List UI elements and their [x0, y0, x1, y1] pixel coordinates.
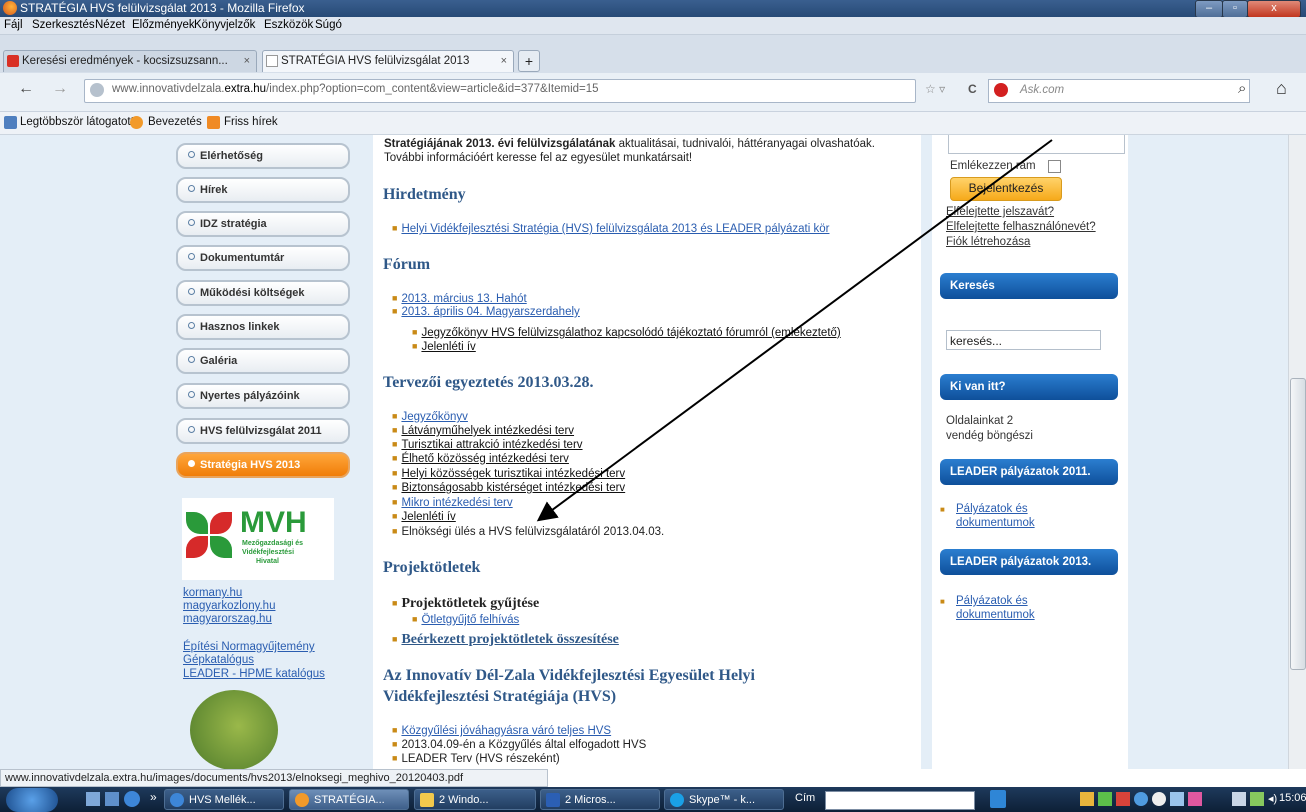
- start-button[interactable]: [6, 788, 58, 812]
- tray-icon[interactable]: [1152, 792, 1166, 806]
- tray-icon[interactable]: [1116, 792, 1130, 806]
- tray-icon[interactable]: [1080, 792, 1094, 806]
- battery-icon[interactable]: [1250, 792, 1264, 806]
- taskbar-item-hvs[interactable]: HVS Mellék...: [164, 789, 284, 810]
- address-label: Cím: [795, 792, 816, 804]
- ie-icon[interactable]: [124, 791, 140, 807]
- annotation-arrow: [536, 139, 1053, 522]
- ie-icon: [170, 793, 184, 807]
- taskbar-item-skype[interactable]: Skype™ - k...: [664, 789, 784, 810]
- go-icon[interactable]: [990, 790, 1006, 808]
- quick-launch-icon[interactable]: [105, 792, 119, 806]
- tray-icon[interactable]: [1098, 792, 1112, 806]
- speaker-icon[interactable]: ◂): [1268, 792, 1277, 805]
- quick-launch-icon[interactable]: [86, 792, 100, 806]
- clock[interactable]: 15:06: [1279, 792, 1306, 804]
- folder-icon: [420, 793, 434, 807]
- taskbar-address-input[interactable]: [825, 791, 975, 810]
- tray-icon[interactable]: [1188, 792, 1202, 806]
- tray-icon[interactable]: [1170, 792, 1184, 806]
- word-icon: [546, 793, 560, 807]
- status-bar: www.innovativdelzala.extra.hu/images/doc…: [0, 769, 548, 787]
- scrollbar-thumb[interactable]: [1290, 378, 1306, 670]
- taskbar-item-strategia[interactable]: STRATÉGIA...: [289, 789, 409, 810]
- firefox-icon: [295, 793, 309, 807]
- network-icon[interactable]: [1232, 792, 1246, 806]
- taskbar-item-word[interactable]: 2 Micros...: [540, 789, 660, 810]
- skype-icon: [670, 793, 684, 807]
- taskbar-item-windows[interactable]: 2 Windo...: [414, 789, 536, 810]
- tray-icon[interactable]: [1134, 792, 1148, 806]
- taskbar-more-icon[interactable]: »: [150, 790, 157, 804]
